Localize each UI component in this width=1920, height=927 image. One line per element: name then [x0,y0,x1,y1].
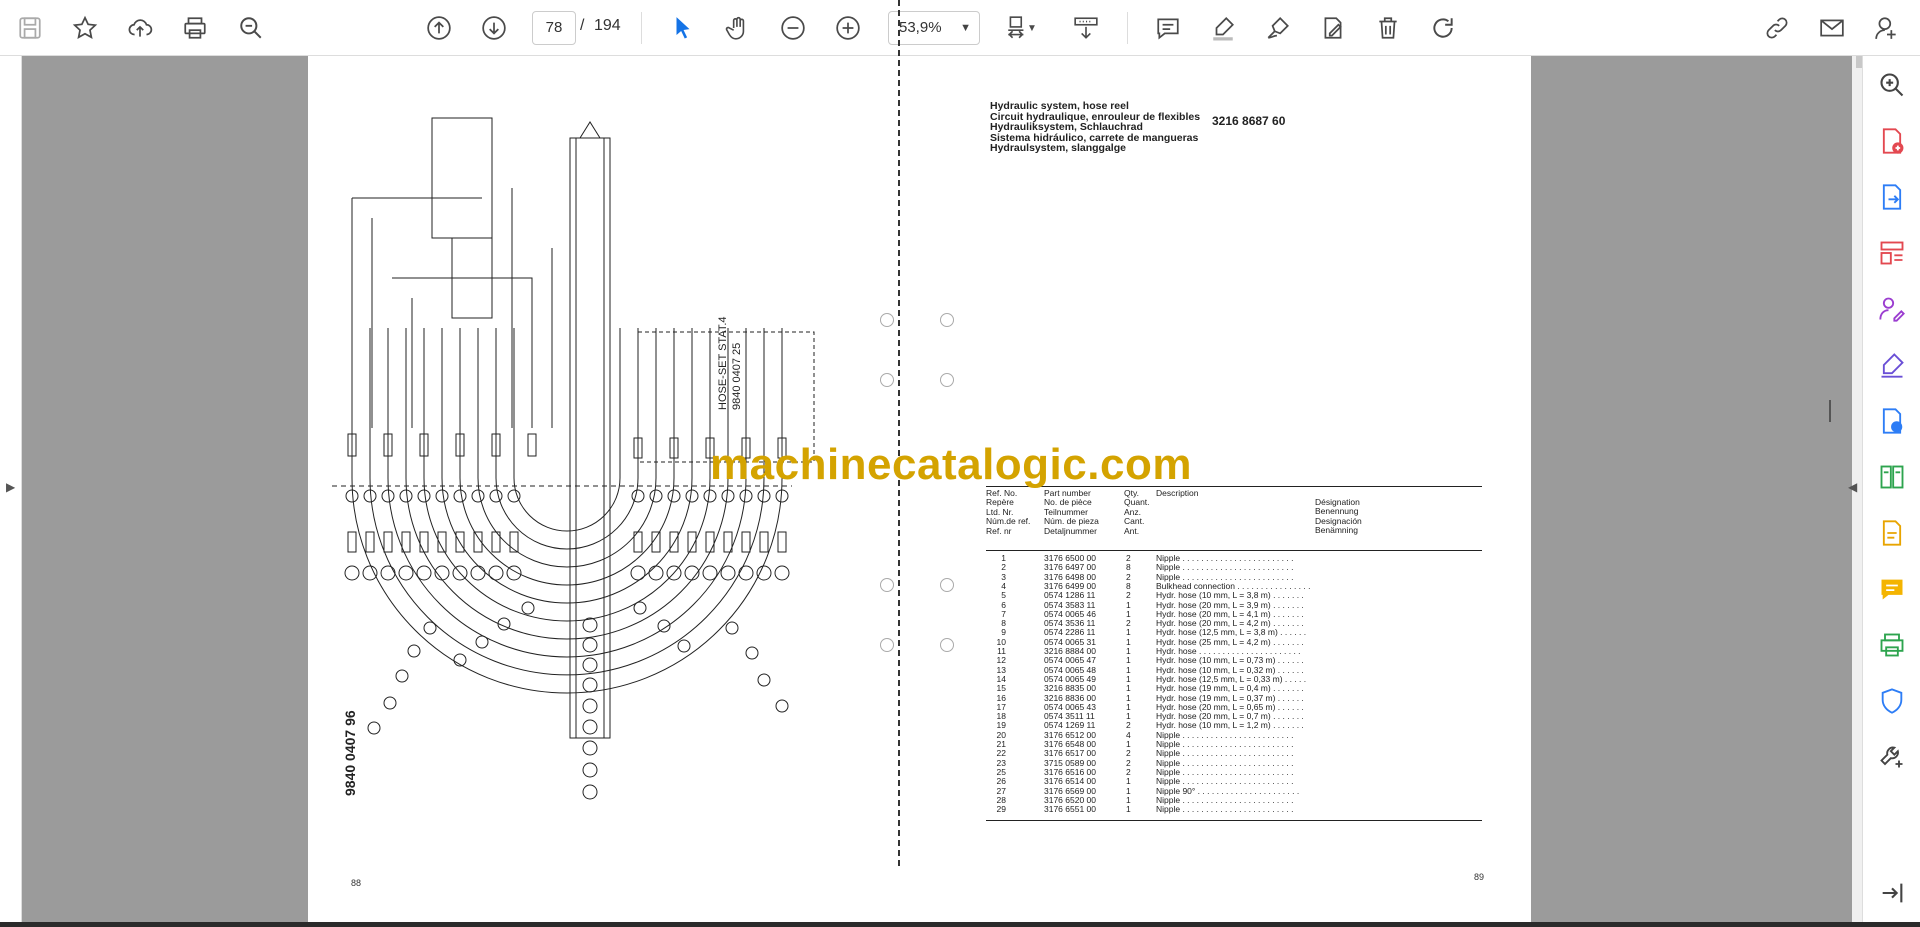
email-icon[interactable] [1812,8,1852,48]
account-icon[interactable] [1867,8,1907,48]
header-ref-col: Ref. No. Repère Ltd. Nr. Núm.de ref. Ref. nr [986,488,1031,536]
zoom-in-icon[interactable] [828,8,868,48]
request-signature-icon[interactable] [1875,292,1909,326]
print-production-icon[interactable] [1875,628,1909,662]
hoseset-label: HOSE-SET STAT.4 9840 0407 25 [716,316,744,410]
hand-pan-icon[interactable] [718,8,758,48]
page-up-icon[interactable] [419,8,459,48]
punch-hole [940,638,954,652]
page-fold-line [898,0,900,866]
header-desc-lang-col: Désignation Benennung Designación Benämning [1315,497,1362,536]
convert-pdf-icon[interactable] [1875,404,1909,438]
header-part-col: Part number No. de pièce Teilnummer Núm. de… [1044,488,1099,536]
compare-icon[interactable] [1875,460,1909,494]
highlight-pen-icon[interactable] [1203,8,1243,48]
hoseset-label-line2: 9840 0407 25 [731,342,743,410]
zoom-level-value: 53,9% [899,19,942,36]
punch-hole [940,373,954,387]
description-cell: Nipple . . . . . . . . . . . . . . . . .… [1156,804,1294,815]
watermark-text: machinecatalogic.com [710,440,1192,489]
bookmark-star-icon[interactable] [65,8,105,48]
page-total: 194 [594,17,621,34]
document-title-block: Hydraulic system, hose reel Circuit hydr… [990,101,1200,154]
print-icon[interactable] [175,8,215,48]
edit-pdf-icon[interactable] [1875,516,1909,550]
header-desc-col: Description [1156,488,1199,498]
export-pdf-icon[interactable] [1875,180,1909,214]
schematic-drawing-number: 9840 0407 96 [342,710,358,796]
punch-hole [880,578,894,592]
page-number-input[interactable]: 78 [532,11,576,45]
create-pdf-icon[interactable] [1875,124,1909,158]
select-cursor-icon[interactable] [663,8,703,48]
toolbar-divider [1127,12,1128,44]
punch-hole [880,313,894,327]
title-en: Hydraulic system, hose reel [990,100,1129,112]
organize-pages-icon[interactable] [1875,236,1909,270]
punch-hole [940,578,954,592]
page-down-icon[interactable] [474,8,514,48]
table-bottom-rule [986,820,1482,821]
expand-panel-icon[interactable] [1875,876,1909,910]
fit-page-dropdown-icon[interactable]: ▼ [1024,8,1040,48]
fill-sign-icon[interactable] [1875,348,1909,382]
left-panel-strip: ▶ [0,56,22,922]
upload-cloud-icon[interactable] [120,8,160,48]
share-link-icon[interactable] [1757,8,1797,48]
toolbar-divider [641,12,642,44]
expand-left-panel-icon[interactable]: ▶ [6,480,15,494]
punch-hole [880,638,894,652]
find-zoom-icon[interactable] [231,8,271,48]
delete-trash-icon[interactable] [1368,8,1408,48]
top-toolbar: 78 / 194 53,9% ▼ ▼ [0,0,1920,56]
scroll-mode-icon[interactable] [1066,8,1106,48]
table-header-rule [986,550,1482,551]
ref-cell: 29 [996,804,1006,815]
zoom-out-icon[interactable] [773,8,813,48]
chevron-down-icon: ▼ [960,22,971,34]
header-qty-col: Qty. Quant. Anz. Cant. Ant. [1124,488,1150,536]
save-icon[interactable] [10,8,50,48]
comment-panel-icon[interactable] [1875,572,1909,606]
page-separator: / [580,17,585,34]
zoom-level-select[interactable]: 53,9% ▼ [888,11,980,45]
punch-hole [880,373,894,387]
panel-resize-handle[interactable] [1829,400,1831,422]
comment-icon[interactable] [1148,8,1188,48]
hoseset-label-line1: HOSE-SET STAT.4 [717,316,729,410]
rotate-icon[interactable] [1423,8,1463,48]
more-tools-icon[interactable] [1875,740,1909,774]
protect-icon[interactable] [1875,684,1909,718]
bottom-edge-bar [0,922,1920,927]
sign-icon[interactable] [1258,8,1298,48]
right-page-number: 89 [1474,872,1485,882]
collapse-right-panel-icon[interactable]: ◀ [1848,480,1857,494]
left-page-number: 88 [351,878,362,888]
punch-hole [940,313,954,327]
quantity-cell: 1 [1126,804,1131,815]
right-tools-panel [1862,56,1920,922]
edit-text-icon[interactable] [1313,8,1353,48]
part-number-cell: 3176 6551 00 [1044,804,1096,815]
assembly-part-number: 3216 8687 60 [1212,114,1286,128]
zoom-search-icon[interactable] [1875,68,1909,102]
title-de: Hydrauliksystem, Schlauchrad [990,121,1143,133]
title-sv: Hydraulsystem, slanggalge [990,142,1126,154]
